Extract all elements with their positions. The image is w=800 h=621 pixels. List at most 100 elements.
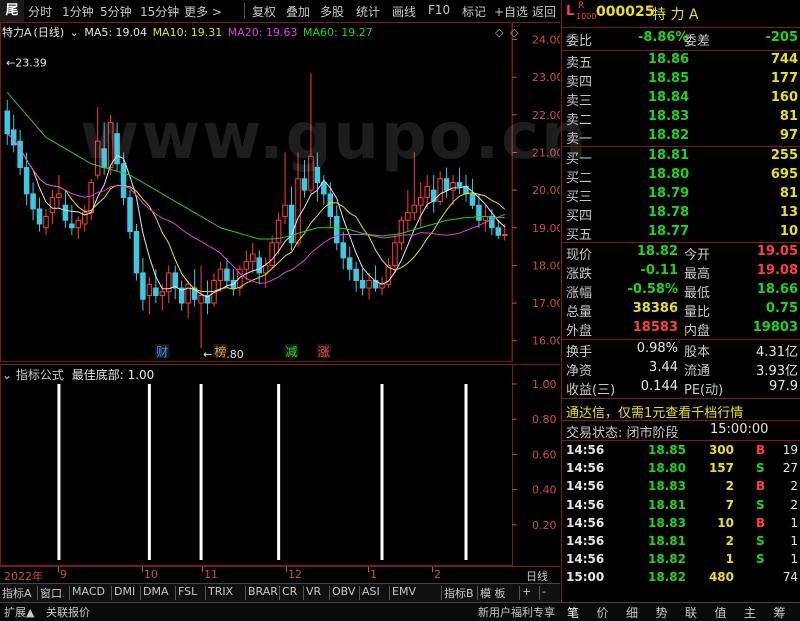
tick-volume: 10 xyxy=(717,515,734,530)
toolbar-7[interactable]: 多股 xyxy=(320,3,344,20)
toolbar-8[interactable]: 统计 xyxy=(356,3,380,20)
event-tag[interactable]: 涨 xyxy=(318,344,330,359)
toolbar-11[interactable]: 标记 xyxy=(462,3,486,20)
related-quote-button[interactable]: 关联报价 xyxy=(46,604,90,620)
detail-tab-2[interactable]: 细 xyxy=(626,604,638,621)
toolbar-3[interactable]: 15分钟 xyxy=(140,3,179,20)
toolbar-4[interactable]: 更多 > xyxy=(184,3,222,20)
toolbar-1[interactable]: 1分钟 xyxy=(62,3,94,20)
toolbar-0[interactable]: 分时 xyxy=(28,3,52,20)
ask-price[interactable]: 18.85 xyxy=(648,71,689,86)
event-tag[interactable]: 财 xyxy=(156,345,168,359)
detail-tab-6[interactable]: 主 xyxy=(744,604,756,621)
stock-header: L R 1000 000025 特 力 A xyxy=(566,1,798,24)
indicator-tick-label: 0.20 xyxy=(532,519,557,532)
toolbar-9[interactable]: 画线 xyxy=(392,3,416,20)
bid-row: 买三 18.79 81 xyxy=(566,186,798,206)
indicator-tab-2[interactable]: MACD xyxy=(72,585,105,598)
tick-volume: 157 xyxy=(708,461,734,476)
indicator-tab-10[interactable]: OBV xyxy=(332,585,355,598)
indicator-tab-5[interactable]: FSL xyxy=(178,585,197,598)
kline-chart[interactable]: 24.0023.0022.0021.0020.0019.0018.0017.00… xyxy=(0,22,560,362)
bid-price[interactable]: 18.80 xyxy=(648,167,689,182)
bid-price[interactable]: 18.78 xyxy=(648,205,689,220)
detail-tab-5[interactable]: 值 xyxy=(715,604,727,621)
tick-side: S xyxy=(756,534,765,548)
indicator-tab-9[interactable]: VR xyxy=(306,585,321,598)
tick-time: 14:56 xyxy=(566,497,605,512)
ask-price[interactable]: 18.86 xyxy=(648,52,689,67)
indicator-tab-6[interactable]: TRIX xyxy=(208,585,233,598)
toolbar-10[interactable]: F10 xyxy=(428,3,450,17)
quote-row: 涨幅 -0.58% 最低 18.66 xyxy=(566,282,798,302)
tick-volume: 2 xyxy=(725,479,734,494)
detail-tab-4[interactable]: 联 xyxy=(685,604,697,621)
fund-row: 净资 3.44 流通 3.93亿 xyxy=(566,360,798,380)
ask-price[interactable]: 18.82 xyxy=(648,128,689,143)
toolbar-12[interactable]: +自选 xyxy=(494,3,528,20)
tick-count: 1 xyxy=(790,515,798,530)
indicator-tab-11[interactable]: ASI xyxy=(362,585,380,598)
candle-body xyxy=(133,231,140,274)
toolbar-2[interactable]: 5分钟 xyxy=(100,3,132,20)
toolbar-5[interactable]: 复权 xyxy=(252,3,276,20)
indicator-tab-16[interactable]: - xyxy=(542,585,546,598)
candle-body xyxy=(49,197,56,214)
date-label: 11 xyxy=(204,568,218,581)
candle-body xyxy=(36,208,43,225)
ask-volume: 160 xyxy=(770,90,798,105)
indicator-tab-3[interactable]: DMI xyxy=(114,585,135,598)
date-tick xyxy=(432,567,433,572)
ask-price[interactable]: 18.84 xyxy=(648,90,689,105)
indicator-tabs: 指标A 窗口 MACD DMI DMA FSL TRIX BRAR CR VR OBV ASI EMV 指… xyxy=(0,583,560,602)
chevron-down-icon[interactable]: ⌄ xyxy=(70,26,79,39)
diamond-icon[interactable]: ◇ xyxy=(495,26,503,39)
toolbar-6[interactable]: 叠加 xyxy=(286,3,310,20)
top-toolbar: 尾 分时 1分钟 5分钟 15分钟 更多 > 复权 叠加 多股 统计 画线 F10 标记 +自选 返回 xyxy=(0,0,560,23)
event-tag[interactable]: 榜 xyxy=(214,344,226,359)
indicator-tab-8[interactable]: CR xyxy=(282,585,297,598)
indicator-chart[interactable]: 1.00 0.80 0.60 0.40 0.20 xyxy=(0,364,560,566)
quote-label: 最低 xyxy=(684,286,711,301)
toolbar-13[interactable]: 返回 xyxy=(532,3,556,20)
bid-price[interactable]: 18.79 xyxy=(648,186,689,201)
expand-button[interactable]: 扩展▲ xyxy=(4,604,34,620)
tick-row: 14:56 18.83 2 B 2 xyxy=(566,479,798,497)
candle-body xyxy=(424,185,430,199)
tab-divider xyxy=(245,586,246,600)
ask-price[interactable]: 18.83 xyxy=(648,109,689,124)
detail-tab-1[interactable]: 价 xyxy=(597,604,609,621)
indicator-tab-13[interactable]: 指标B xyxy=(444,585,474,601)
detail-tab-7[interactable]: 筹 xyxy=(774,604,786,621)
candle-body xyxy=(392,242,398,266)
detail-tab-3[interactable]: 势 xyxy=(656,604,668,621)
chevron-down-icon[interactable]: ⌄ xyxy=(2,368,12,382)
indicator-tab-15[interactable]: + xyxy=(522,585,531,598)
detail-tab-0[interactable]: 笔 xyxy=(567,604,579,621)
tick-volume: 480 xyxy=(708,570,734,585)
event-tag[interactable]: 减 xyxy=(286,345,298,359)
indicator-tab-0[interactable]: 指标A xyxy=(2,585,32,601)
promo-link[interactable]: 通达信，仅需1元查看千档行情 xyxy=(566,402,743,421)
candle-body xyxy=(30,193,36,210)
indicator-tab-1[interactable]: 窗口 xyxy=(40,585,62,601)
ask-row: 卖三 18.84 160 xyxy=(566,90,798,110)
indicator-tab-14[interactable]: 模 板 xyxy=(480,585,506,601)
indicator-tab-12[interactable]: EMV xyxy=(392,585,416,598)
indicator-title: 指标公式 xyxy=(15,368,64,382)
chart-legend: 特力A (日线) ⌄ MA5: 19.04 MA10: 19.31 MA20: 1… xyxy=(2,24,375,40)
bid-price[interactable]: 18.81 xyxy=(648,148,689,163)
ask-row: 卖一 18.82 97 xyxy=(566,128,798,148)
tick-row: 14:56 18.85 300 B 19 xyxy=(566,443,798,461)
candle-body xyxy=(62,204,69,221)
bid-volume: 81 xyxy=(779,186,798,201)
tab-divider xyxy=(205,586,206,600)
indicator-tab-7[interactable]: BRAR xyxy=(248,585,278,598)
diamond-icon-2[interactable]: ◇ xyxy=(510,26,518,39)
quote-value: 19.05 xyxy=(756,244,798,259)
bid-price[interactable]: 18.77 xyxy=(648,224,689,239)
indicator-tab-4[interactable]: DMA xyxy=(143,585,169,598)
tab-divider xyxy=(359,586,360,600)
fund-label: 换手 xyxy=(566,345,593,360)
new-user-promo[interactable]: 新用户福利专享 xyxy=(478,604,555,620)
